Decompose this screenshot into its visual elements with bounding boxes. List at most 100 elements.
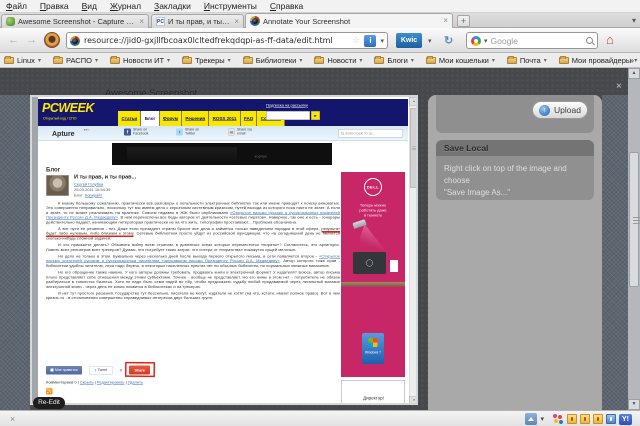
scroll-up-icon[interactable]: ▲ xyxy=(628,68,640,79)
scroll-down-icon[interactable]: ▼ xyxy=(410,396,419,405)
menu-file[interactable]: Файл xyxy=(6,1,27,11)
chevron-down-icon: ▾ xyxy=(544,57,547,64)
banner-ad: корпус xyxy=(112,143,332,165)
tab-awesome-screenshot[interactable]: Awesome Screenshot - Capture and... × xyxy=(1,14,149,28)
home-icon[interactable]: ⌂ xyxy=(606,33,614,46)
apture-search-input: Enter topic to se... xyxy=(338,129,403,138)
bookmark-folder-providers[interactable]: Мои провайдеры▾ xyxy=(559,56,638,65)
share-email: ✉ Share viaemail xyxy=(228,128,252,136)
bookmark-folder-trackers[interactable]: Трекеры▾ xyxy=(182,56,231,65)
menu-bookmarks[interactable]: Закладки xyxy=(154,1,191,11)
forward-button[interactable]: → xyxy=(26,35,37,46)
url-text[interactable]: resource://jid0-gxjllfbcoax0lcltedfrekqd… xyxy=(84,36,348,45)
subscribe-button: ▸ xyxy=(311,111,320,120)
dell-laptop-image xyxy=(353,252,386,274)
facebook-like-button: Мне нравится xyxy=(46,366,82,375)
pcweek-tab: Статьи xyxy=(118,111,141,126)
search-engine-dropdown-icon[interactable]: ▾ xyxy=(484,37,488,45)
bookmark-folder-raspo[interactable]: РАСПО▾ xyxy=(53,56,98,65)
next-ad-text: Директор! xyxy=(342,396,406,401)
lamp-beam xyxy=(355,224,387,253)
tab-annotate[interactable]: Annotate Your Screenshot × xyxy=(245,13,453,28)
reedit-button[interactable]: Re-Edit xyxy=(33,397,65,409)
page-background-right xyxy=(602,95,628,410)
pcweek-favicon: PC xyxy=(156,17,165,26)
menu-help[interactable]: Справка xyxy=(270,1,303,11)
comments-row: Комментариев 0 | Скрыть | Редактировать … xyxy=(46,380,143,385)
subscribe-input xyxy=(266,111,310,120)
twitter-icon: t xyxy=(176,129,183,136)
scrollbar-thumb[interactable] xyxy=(410,108,418,188)
scroll-up-icon[interactable]: ▲ xyxy=(410,97,419,106)
page-scrollbar[interactable]: ▲ ▼ xyxy=(628,68,640,410)
url-bar[interactable]: resource://jid0-gxjllfbcoax0lcltedfrekqd… xyxy=(66,32,388,49)
scrollbar-thumb[interactable] xyxy=(629,152,639,287)
addon-round-icon[interactable] xyxy=(44,32,60,48)
dell-logo: DELL xyxy=(364,178,382,196)
pcweek-tab: FAQ xyxy=(240,111,257,126)
back-button[interactable]: ← xyxy=(8,35,19,46)
search-bar[interactable]: ▾ Google xyxy=(466,32,598,49)
facebook-icon: f xyxy=(124,129,131,136)
folder-icon xyxy=(4,57,14,64)
save-local-section: Save Local Right click on top of the ima… xyxy=(436,140,594,200)
menu-history[interactable]: Журнал xyxy=(110,1,141,11)
menu-edit[interactable]: Правка xyxy=(40,1,69,11)
bookmark-star-icon[interactable]: ☆ xyxy=(352,35,360,46)
scroll-down-icon[interactable]: ▼ xyxy=(628,399,640,410)
refresh-icon[interactable]: ↻ xyxy=(444,34,453,47)
bookmark-folder-wallets[interactable]: Мои кошельки▾ xyxy=(426,56,495,65)
webmoney-purse-icon[interactable] xyxy=(567,414,577,424)
pcweek-tab: Решения xyxy=(182,111,209,126)
chevron-down-icon: ▾ xyxy=(38,57,41,64)
bookmark-folder-blogs[interactable]: Блоги▾ xyxy=(374,56,413,65)
tab-close-icon[interactable]: × xyxy=(139,18,144,26)
bookmark-folder-mail[interactable]: Почта▾ xyxy=(507,56,547,65)
close-icon[interactable]: × xyxy=(616,81,622,92)
new-tab-button[interactable]: + xyxy=(457,15,470,27)
page-left-margin xyxy=(32,97,38,405)
image-scrollbar[interactable]: ▲ ▼ xyxy=(409,97,418,405)
bookmark-folder-linux[interactable]: Linux▾ xyxy=(4,56,41,65)
apture-logo-dots xyxy=(84,129,90,131)
kwic-dropdown-icon[interactable]: ▾ xyxy=(428,37,432,45)
tab-close-icon[interactable]: × xyxy=(234,18,239,26)
folder-icon xyxy=(507,57,517,64)
chevron-down-icon: ▾ xyxy=(359,57,362,64)
kwic-addon-button[interactable]: Kwic xyxy=(396,33,422,48)
captured-page: PCWEEK Открытый код / СПО Статьи Блог Фо… xyxy=(32,97,418,405)
bookmark-folder-news[interactable]: Новости▾ xyxy=(314,56,362,65)
pcweek-tab: Форум xyxy=(159,111,182,126)
tab-close-icon[interactable]: × xyxy=(443,17,448,25)
browser-window: Файл Правка Вид Журнал Закладки Инструме… xyxy=(0,0,640,426)
search-magnifier-icon[interactable] xyxy=(586,37,593,44)
upload-button[interactable]: ↑ Upload xyxy=(532,101,588,119)
tab-list-chevron-icon[interactable]: ▾ xyxy=(632,16,636,25)
bookmarks-overflow-icon[interactable]: » xyxy=(630,56,634,65)
findbar-close-icon[interactable]: × xyxy=(10,414,15,424)
bookmark-folder-libraries[interactable]: Библиотеки▾ xyxy=(243,56,303,65)
menu-tools[interactable]: Инструменты xyxy=(204,1,257,11)
chevron-down-icon[interactable]: ▾ xyxy=(540,415,544,423)
status-bar: × ▾ Y! xyxy=(0,410,640,426)
page-info-icon[interactable]: i xyxy=(364,35,376,47)
bookmark-folder-it-news[interactable]: Новости ИТ▾ xyxy=(110,56,170,65)
speed-dial-icon[interactable] xyxy=(553,414,564,425)
menu-bar: Файл Правка Вид Журнал Закладки Инструме… xyxy=(0,0,640,13)
tab-blog-post[interactable]: PC И ты прав, и ты прав... × xyxy=(151,14,244,28)
chevron-down-icon: ▾ xyxy=(228,57,231,64)
webmoney-purse-icon[interactable] xyxy=(580,414,590,424)
banner-ad-text: корпус xyxy=(255,154,267,159)
webmoney-purse-icon[interactable] xyxy=(606,414,616,424)
tab-label: Annotate Your Screenshot xyxy=(263,17,440,26)
edit-link: Редактировать xyxy=(97,380,125,385)
yahoo-icon[interactable]: Y! xyxy=(619,414,632,425)
twitter-bird-icon: t xyxy=(95,368,96,373)
url-dropdown-icon[interactable]: ▾ xyxy=(380,37,384,45)
folder-icon xyxy=(243,57,253,64)
menu-view[interactable]: Вид xyxy=(82,1,97,11)
article-date: 25.03.2011 10:54:39 xyxy=(74,188,110,193)
webmoney-purse-icon[interactable] xyxy=(593,414,603,424)
addon-status-icon[interactable] xyxy=(525,413,537,425)
search-placeholder[interactable]: Google xyxy=(491,36,583,46)
